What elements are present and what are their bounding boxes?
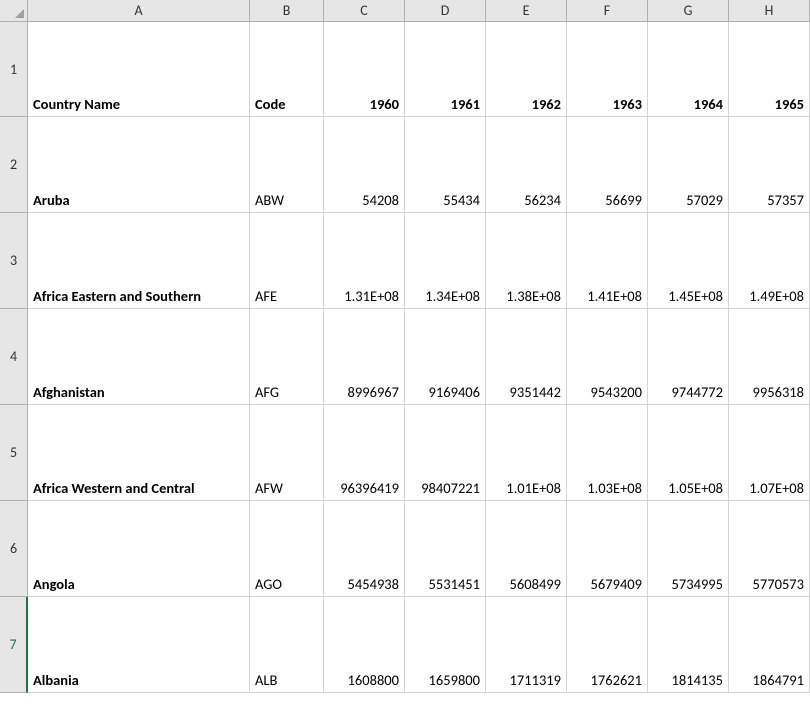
column-header-b[interactable]: B	[250, 0, 324, 22]
row-headers: 1 2 3 4 5 6 7	[0, 22, 28, 720]
cell-c3[interactable]: 1.31E+08	[324, 213, 405, 309]
cell-a7[interactable]: Albania	[28, 597, 250, 693]
cell-h6[interactable]: 5770573	[729, 501, 810, 597]
cell-b1[interactable]: Code	[250, 22, 324, 117]
cell-c7[interactable]: 1608800	[324, 597, 405, 693]
cell-b5[interactable]: AFW	[250, 405, 324, 501]
cell-f3[interactable]: 1.41E+08	[567, 213, 648, 309]
cell-a6[interactable]: Angola	[28, 501, 250, 597]
cell-h4[interactable]: 9956318	[729, 309, 810, 405]
cell-g6[interactable]: 5734995	[648, 501, 729, 597]
cell-g1[interactable]: 1964	[648, 22, 729, 117]
column-header-h[interactable]: H	[729, 0, 810, 22]
cell-h3[interactable]: 1.49E+08	[729, 213, 810, 309]
column-header-e[interactable]: E	[486, 0, 567, 22]
cell-b4[interactable]: AFG	[250, 309, 324, 405]
cell-e6[interactable]: 5608499	[486, 501, 567, 597]
row-header-7[interactable]: 7	[0, 597, 28, 693]
column-header-a[interactable]: A	[28, 0, 250, 22]
cell-b3[interactable]: AFE	[250, 213, 324, 309]
cell-f1[interactable]: 1963	[567, 22, 648, 117]
select-all-corner[interactable]	[0, 0, 28, 22]
body-area: 1 2 3 4 5 6 7 Country Name Code 1960 196…	[0, 22, 810, 720]
cell-e1[interactable]: 1962	[486, 22, 567, 117]
cell-h2[interactable]: 57357	[729, 117, 810, 213]
cell-d2[interactable]: 55434	[405, 117, 486, 213]
cell-d1[interactable]: 1961	[405, 22, 486, 117]
cell-a5[interactable]: Africa Western and Central	[28, 405, 250, 501]
table-row: Angola AGO 5454938 5531451 5608499 56794…	[28, 501, 810, 597]
cell-f4[interactable]: 9543200	[567, 309, 648, 405]
cell-h1[interactable]: 1965	[729, 22, 810, 117]
cell-f6[interactable]: 5679409	[567, 501, 648, 597]
table-row: Africa Western and Central AFW 96396419 …	[28, 405, 810, 501]
cell-e2[interactable]: 56234	[486, 117, 567, 213]
row-header-3[interactable]: 3	[0, 213, 28, 309]
cell-f2[interactable]: 56699	[567, 117, 648, 213]
cell-d4[interactable]: 9169406	[405, 309, 486, 405]
cell-e5[interactable]: 1.01E+08	[486, 405, 567, 501]
column-header-g[interactable]: G	[648, 0, 729, 22]
cell-c5[interactable]: 96396419	[324, 405, 405, 501]
column-header-d[interactable]: D	[405, 0, 486, 22]
cell-a2[interactable]: Aruba	[28, 117, 250, 213]
cell-d3[interactable]: 1.34E+08	[405, 213, 486, 309]
cell-g2[interactable]: 57029	[648, 117, 729, 213]
cell-g3[interactable]: 1.45E+08	[648, 213, 729, 309]
row-header-4[interactable]: 4	[0, 309, 28, 405]
cell-d7[interactable]: 1659800	[405, 597, 486, 693]
cell-d6[interactable]: 5531451	[405, 501, 486, 597]
cell-c2[interactable]: 54208	[324, 117, 405, 213]
cell-h5[interactable]: 1.07E+08	[729, 405, 810, 501]
table-row: Country Name Code 1960 1961 1962 1963 19…	[28, 22, 810, 117]
table-row: Africa Eastern and Southern AFE 1.31E+08…	[28, 213, 810, 309]
cell-a4[interactable]: Afghanistan	[28, 309, 250, 405]
cell-e3[interactable]: 1.38E+08	[486, 213, 567, 309]
cell-e7[interactable]: 1711319	[486, 597, 567, 693]
table-row: Aruba ABW 54208 55434 56234 56699 57029 …	[28, 117, 810, 213]
cell-g7[interactable]: 1814135	[648, 597, 729, 693]
cell-f7[interactable]: 1762621	[567, 597, 648, 693]
cell-h7[interactable]: 1864791	[729, 597, 810, 693]
row-header-6[interactable]: 6	[0, 501, 28, 597]
row-header-2[interactable]: 2	[0, 117, 28, 213]
cell-a1[interactable]: Country Name	[28, 22, 250, 117]
cell-g4[interactable]: 9744772	[648, 309, 729, 405]
table-row: Afghanistan AFG 8996967 9169406 9351442 …	[28, 309, 810, 405]
row-header-1[interactable]: 1	[0, 22, 28, 117]
cell-b6[interactable]: AGO	[250, 501, 324, 597]
cell-d5[interactable]: 98407221	[405, 405, 486, 501]
cell-f5[interactable]: 1.03E+08	[567, 405, 648, 501]
column-header-f[interactable]: F	[567, 0, 648, 22]
column-header-c[interactable]: C	[324, 0, 405, 22]
spreadsheet: A B C D E F G H 1 2 3 4 5 6 7 Country Na…	[0, 0, 810, 720]
row-header-5[interactable]: 5	[0, 405, 28, 501]
cell-c1[interactable]: 1960	[324, 22, 405, 117]
cell-c4[interactable]: 8996967	[324, 309, 405, 405]
cell-a3[interactable]: Africa Eastern and Southern	[28, 213, 250, 309]
cell-c6[interactable]: 5454938	[324, 501, 405, 597]
table-row: Albania ALB 1608800 1659800 1711319 1762…	[28, 597, 810, 693]
cell-e4[interactable]: 9351442	[486, 309, 567, 405]
column-header-row: A B C D E F G H	[0, 0, 810, 22]
select-all-triangle-icon	[15, 9, 24, 18]
grid: Country Name Code 1960 1961 1962 1963 19…	[28, 22, 810, 720]
cell-b2[interactable]: ABW	[250, 117, 324, 213]
cell-g5[interactable]: 1.05E+08	[648, 405, 729, 501]
cell-b7[interactable]: ALB	[250, 597, 324, 693]
